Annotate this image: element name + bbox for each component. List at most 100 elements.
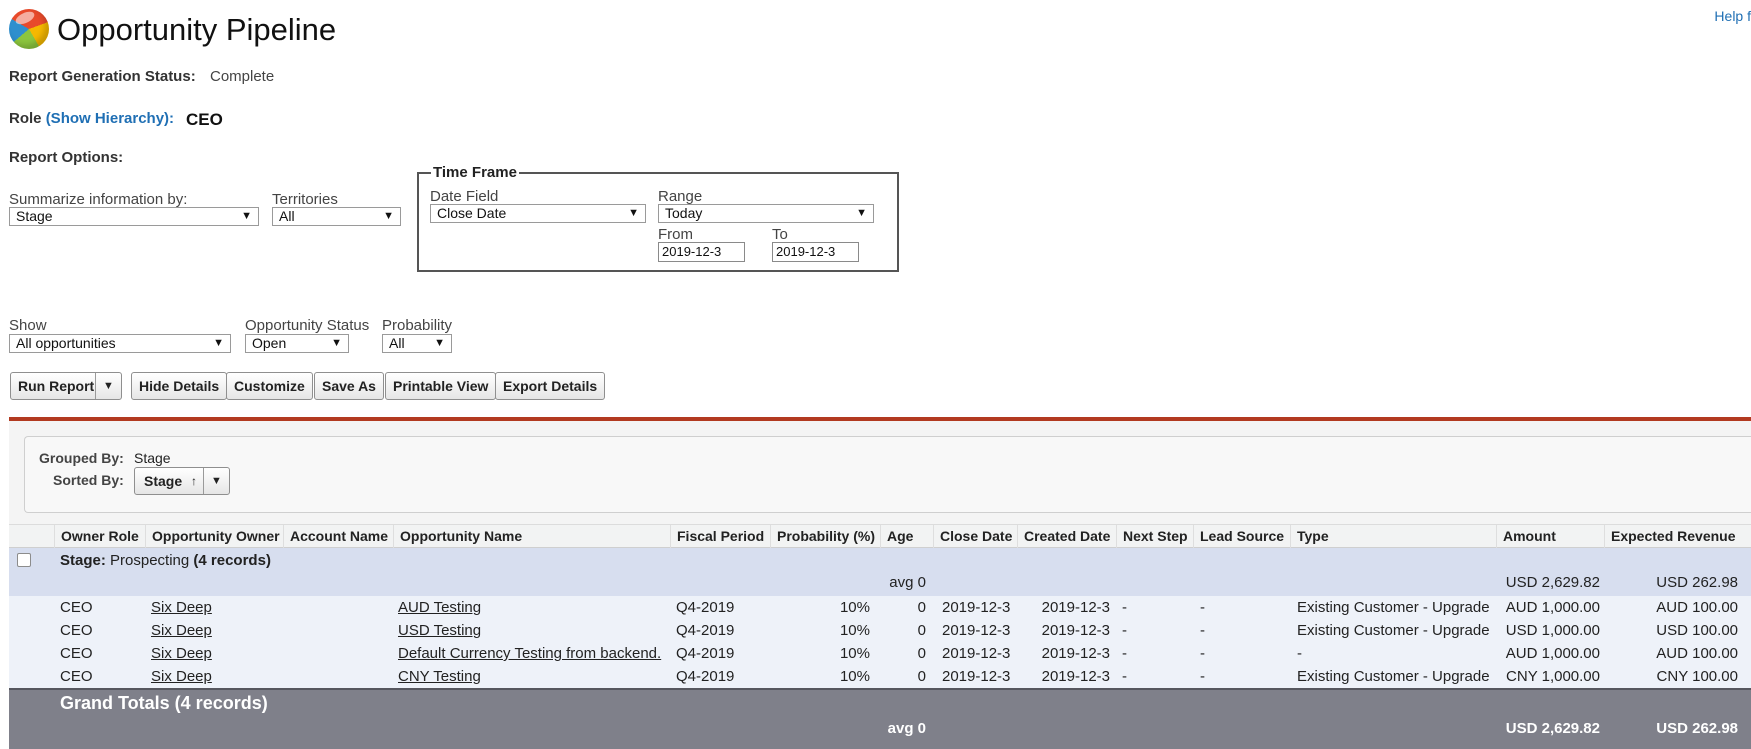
cell-amount: USD 1,000.00: [1505, 622, 1600, 639]
cell-owner[interactable]: Six Deep: [151, 644, 212, 664]
sort-dropdown-icon[interactable]: ▼: [203, 468, 229, 494]
printable-view-button[interactable]: Printable View: [385, 372, 497, 400]
column-header[interactable]: Opportunity Owner: [145, 525, 283, 548]
summarize-select[interactable]: Stage ▼: [9, 207, 259, 226]
date-field-select[interactable]: Close Date ▼: [430, 204, 646, 223]
column-header[interactable]: Age: [880, 525, 933, 548]
cell-probability: 10%: [839, 645, 870, 662]
cell-owner-role: CEO: [60, 622, 93, 639]
cell-close-date: 2019-12-3: [942, 645, 1011, 662]
cell-created-date: 2019-12-3: [1041, 645, 1110, 662]
column-header[interactable]: Probability (%): [770, 525, 880, 548]
chevron-down-icon: ▼: [628, 207, 639, 219]
cell-lead-source: -: [1200, 622, 1205, 639]
column-header[interactable]: Owner Role: [54, 525, 145, 548]
opportunity-link[interactable]: USD Testing: [398, 622, 481, 639]
owner-link[interactable]: Six Deep: [151, 599, 212, 616]
run-report-dropdown-icon[interactable]: ▼: [95, 373, 121, 399]
column-header[interactable]: Amount: [1496, 525, 1604, 548]
from-label: From: [658, 226, 693, 243]
opportunity-status-label: Opportunity Status: [245, 317, 370, 334]
opportunity-link[interactable]: Default Currency Testing from backend.: [398, 645, 661, 662]
chevron-down-icon: ▼: [856, 207, 867, 219]
cell-opportunity-name[interactable]: Default Currency Testing from backend.: [398, 644, 661, 664]
probability-label: Probability: [382, 317, 453, 334]
summarize-label: Summarize information by:: [9, 191, 188, 208]
column-header-checkbox: [9, 525, 54, 548]
grouping-box: [24, 436, 1751, 513]
customize-button[interactable]: Customize: [226, 372, 313, 400]
range-select-value: Today: [665, 205, 703, 221]
territories-label: Territories: [272, 191, 338, 208]
opportunity-link[interactable]: AUD Testing: [398, 599, 481, 616]
cell-expected-revenue: USD 100.00: [1656, 622, 1738, 639]
chevron-down-icon: ▼: [241, 210, 252, 222]
cell-fiscal: Q4-2019: [676, 599, 735, 616]
sort-by-button[interactable]: Stage ↑ ▼: [134, 467, 230, 495]
cell-owner[interactable]: Six Deep: [151, 667, 212, 687]
owner-link[interactable]: Six Deep: [151, 668, 212, 685]
cell-lead-source: -: [1200, 668, 1205, 685]
column-header[interactable]: Expected Revenue: [1604, 525, 1751, 548]
role-value: CEO: [186, 110, 223, 129]
grand-age-avg: avg 0: [887, 720, 926, 737]
column-header[interactable]: Close Date: [933, 525, 1017, 548]
group-age-avg: avg 0: [889, 574, 926, 591]
grand-totals-row: [9, 688, 1751, 749]
save-as-button[interactable]: Save As: [314, 372, 384, 400]
group-amount-total: USD 2,629.82: [1505, 574, 1600, 591]
cell-probability: 10%: [839, 599, 870, 616]
column-header[interactable]: Opportunity Name: [393, 525, 670, 548]
run-report-button[interactable]: Run Report ▼: [10, 372, 122, 400]
opportunity-link[interactable]: CNY Testing: [398, 668, 481, 685]
column-header[interactable]: Next Step: [1116, 525, 1193, 548]
probability-select-value: All: [389, 335, 405, 351]
chevron-down-icon: ▼: [213, 337, 224, 349]
cell-amount: CNY 1,000.00: [1506, 668, 1600, 685]
grand-totals-label: Grand Totals (4 records): [60, 693, 268, 713]
range-select[interactable]: Today ▼: [658, 204, 874, 223]
help-link[interactable]: Help f: [1714, 8, 1751, 24]
cell-fiscal: Q4-2019: [676, 622, 735, 639]
column-header[interactable]: Account Name: [283, 525, 393, 548]
cell-amount: AUD 1,000.00: [1505, 599, 1600, 616]
grand-expected-total: USD 262.98: [1656, 720, 1738, 737]
export-details-button[interactable]: Export Details: [495, 372, 606, 400]
group-stage-line: Stage: Prospecting (4 records): [60, 551, 271, 571]
cell-opportunity-name[interactable]: CNY Testing: [398, 667, 481, 687]
column-header[interactable]: Created Date: [1017, 525, 1116, 548]
status-value: Complete: [210, 68, 275, 85]
arrow-up-icon: ↑: [191, 474, 197, 488]
cell-type: -: [1297, 645, 1302, 662]
to-label: To: [772, 226, 788, 243]
to-date-input[interactable]: 2019-12-3: [772, 242, 859, 262]
owner-link[interactable]: Six Deep: [151, 645, 212, 662]
cell-owner[interactable]: Six Deep: [151, 598, 212, 618]
column-header[interactable]: Fiscal Period: [670, 525, 770, 548]
summarize-select-value: Stage: [16, 208, 53, 224]
cell-probability: 10%: [839, 668, 870, 685]
cell-created-date: 2019-12-3: [1041, 599, 1110, 616]
cell-expected-revenue: AUD 100.00: [1656, 599, 1738, 616]
territories-select[interactable]: All ▼: [272, 207, 401, 226]
from-date-input[interactable]: 2019-12-3: [658, 242, 745, 262]
column-header[interactable]: Lead Source: [1193, 525, 1290, 548]
hide-details-button[interactable]: Hide Details: [131, 372, 228, 400]
cell-owner[interactable]: Six Deep: [151, 621, 212, 641]
opportunity-status-select[interactable]: Open ▼: [245, 334, 349, 353]
grouped-by-value: Stage: [134, 450, 171, 466]
cell-opportunity-name[interactable]: AUD Testing: [398, 598, 481, 618]
table-header: Owner Role Opportunity Owner Account Nam…: [9, 524, 1751, 548]
territories-select-value: All: [279, 208, 295, 224]
group-checkbox[interactable]: [17, 553, 31, 567]
column-header[interactable]: Type: [1290, 525, 1496, 548]
owner-link[interactable]: Six Deep: [151, 622, 212, 639]
probability-select[interactable]: All ▼: [382, 334, 452, 353]
cell-owner-role: CEO: [60, 645, 93, 662]
cell-next-step: -: [1122, 668, 1127, 685]
show-select[interactable]: All opportunities ▼: [9, 334, 231, 353]
cell-opportunity-name[interactable]: USD Testing: [398, 621, 481, 641]
cell-fiscal: Q4-2019: [676, 668, 735, 685]
cell-next-step: -: [1122, 645, 1127, 662]
show-hierarchy-link[interactable]: (Show Hierarchy):: [46, 110, 174, 127]
